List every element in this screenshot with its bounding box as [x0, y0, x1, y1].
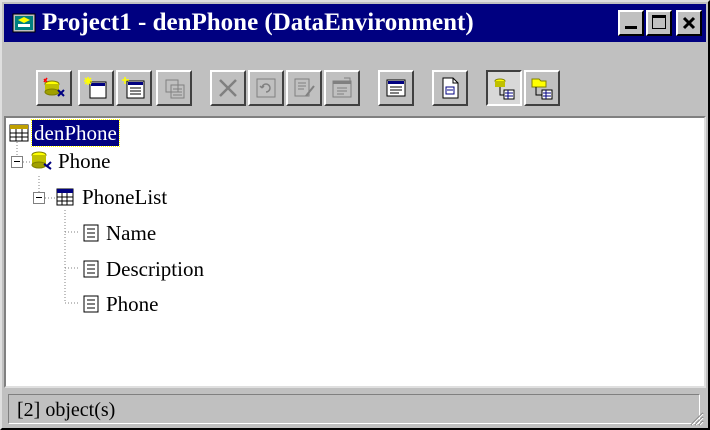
close-icon	[682, 16, 696, 30]
delete-button[interactable]	[210, 70, 246, 106]
status-panel: [2] object(s)	[8, 394, 700, 424]
properties-icon	[332, 77, 352, 98]
add-command-icon	[84, 77, 107, 99]
minimize-button[interactable]	[618, 10, 644, 36]
resize-grip-icon[interactable]	[686, 408, 704, 426]
refresh-icon	[256, 78, 276, 98]
insert-stored-procedure-icon	[122, 77, 145, 99]
data-environment-icon	[12, 13, 36, 33]
close-button[interactable]	[676, 10, 702, 36]
tree-item-denphone[interactable]: denPhone	[31, 119, 120, 147]
arrange-by-objects-icon	[531, 78, 553, 100]
data-environment-icon	[9, 124, 29, 142]
options-icon	[442, 77, 459, 99]
delete-icon	[219, 79, 237, 97]
data-environment-window: Project1 - denPhone (DataEnvironment) de…	[0, 0, 710, 430]
maximize-icon	[652, 15, 666, 29]
command-table-icon	[56, 188, 74, 206]
status-bar: [2] object(s)	[4, 390, 706, 428]
field-icon	[83, 260, 99, 278]
title-bar[interactable]: Project1 - denPhone (DataEnvironment)	[4, 4, 706, 42]
add-connection-icon	[43, 77, 65, 97]
view-code-button[interactable]	[378, 70, 414, 106]
refresh-button[interactable]	[248, 70, 284, 106]
add-child-command-icon	[165, 79, 185, 99]
object-tree[interactable]: denPhone Phone PhoneList Name Descriptio…	[4, 116, 706, 388]
toolbar	[4, 44, 706, 118]
properties-button[interactable]	[324, 70, 360, 106]
field-icon	[83, 295, 99, 313]
tree-item-field-name[interactable]: Name	[106, 220, 156, 246]
window-title: Project1 - denPhone (DataEnvironment)	[42, 9, 474, 36]
add-connection-button[interactable]	[36, 70, 72, 106]
field-icon	[83, 224, 99, 242]
design-button[interactable]	[286, 70, 322, 106]
design-icon	[294, 78, 315, 97]
status-text: [2] object(s)	[17, 399, 116, 421]
tree-item-field-phone[interactable]: Phone	[106, 291, 159, 317]
maximize-button[interactable]	[646, 10, 672, 36]
options-button[interactable]	[432, 70, 468, 106]
collapse-toggle-phonelist[interactable]	[33, 192, 45, 204]
arrange-by-objects-button[interactable]	[524, 70, 560, 106]
connection-icon	[31, 151, 52, 170]
view-code-icon	[386, 79, 406, 97]
add-command-button[interactable]	[78, 70, 114, 106]
add-child-command-button[interactable]	[156, 70, 192, 106]
insert-stored-procedure-button[interactable]	[116, 70, 152, 106]
tree-item-phonelist[interactable]: PhoneList	[82, 184, 167, 210]
minimize-icon	[625, 26, 637, 29]
tree-item-phone-connection[interactable]: Phone	[58, 148, 111, 174]
arrange-by-connections-button[interactable]	[486, 70, 522, 106]
tree-item-field-description[interactable]: Description	[106, 256, 204, 282]
arrange-by-connections-icon	[494, 78, 515, 100]
collapse-toggle-phone-connection[interactable]	[11, 156, 23, 168]
